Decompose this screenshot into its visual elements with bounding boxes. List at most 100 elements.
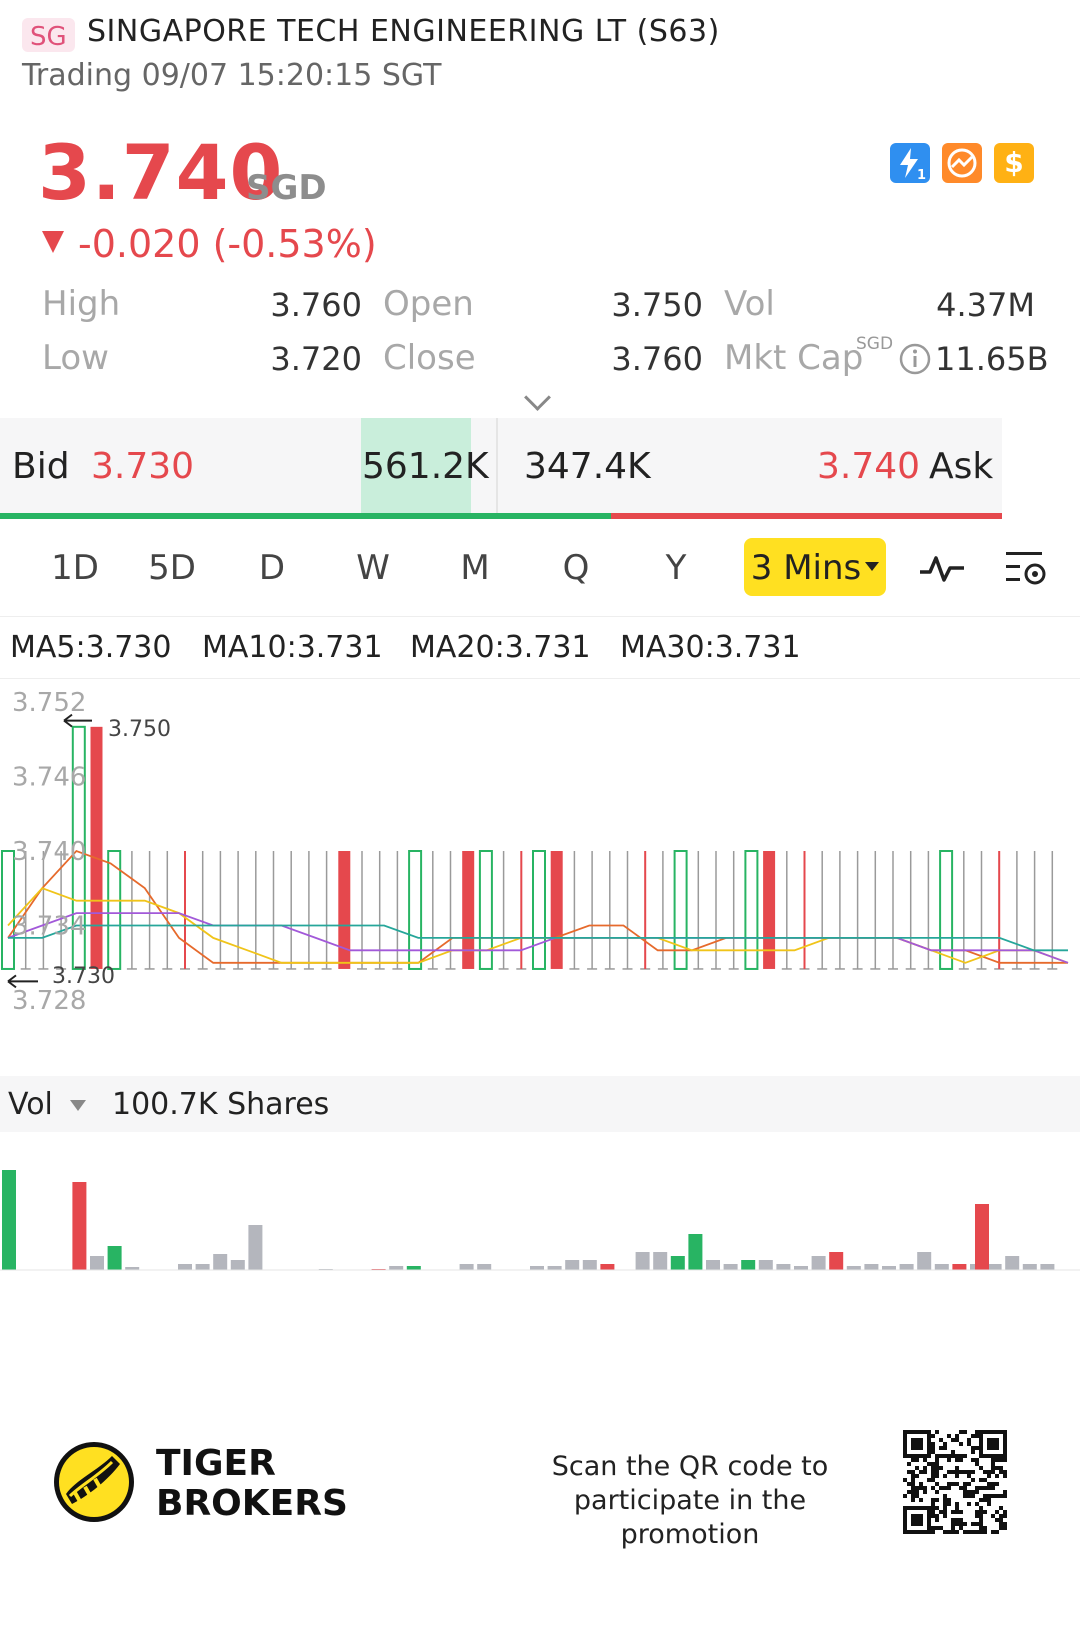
qr-module bbox=[935, 1466, 939, 1470]
qr-module bbox=[975, 1446, 979, 1450]
y-tick-label: 3.752 bbox=[12, 688, 86, 718]
tab-m[interactable]: M bbox=[435, 548, 515, 588]
tab-1d[interactable]: 1D bbox=[35, 548, 115, 588]
qr-module bbox=[955, 1522, 959, 1526]
dollar-icon[interactable]: $ bbox=[994, 143, 1034, 183]
qr-module bbox=[943, 1446, 947, 1450]
qr-module bbox=[987, 1502, 991, 1506]
trading-status: Trading 09/07 15:20:15 SGT bbox=[22, 58, 442, 93]
vol-label: Vol bbox=[724, 284, 775, 324]
caret-down-icon[interactable] bbox=[70, 1100, 86, 1111]
qr-module bbox=[979, 1510, 983, 1514]
qr-module bbox=[983, 1510, 987, 1514]
qr-module bbox=[959, 1458, 963, 1462]
qr-module bbox=[951, 1526, 955, 1530]
qr-module bbox=[947, 1470, 951, 1474]
qr-module bbox=[1003, 1474, 1007, 1478]
qr-module bbox=[915, 1494, 919, 1498]
qr-module bbox=[955, 1454, 959, 1458]
qr-module bbox=[983, 1530, 987, 1534]
qr-module bbox=[931, 1526, 935, 1530]
qr-module bbox=[939, 1454, 943, 1458]
qr-module bbox=[999, 1526, 1003, 1530]
expand-chevron-icon[interactable] bbox=[524, 384, 551, 411]
indicator-icon[interactable] bbox=[918, 550, 968, 590]
volume-bar bbox=[934, 1264, 949, 1270]
chart-settings-icon[interactable] bbox=[1004, 548, 1050, 594]
qr-finder-core bbox=[911, 1438, 923, 1450]
volume-bar bbox=[230, 1260, 245, 1270]
volume-bar bbox=[706, 1260, 720, 1270]
qr-module bbox=[947, 1486, 951, 1490]
qr-module bbox=[935, 1482, 939, 1486]
volume-bar bbox=[213, 1254, 228, 1270]
trend-badge-icon[interactable] bbox=[942, 143, 982, 183]
volume-value: 100.7K Shares bbox=[112, 1087, 330, 1122]
qr-module bbox=[963, 1430, 967, 1434]
price-change: -0.020 (-0.53%) bbox=[42, 222, 377, 266]
volume-bar bbox=[1040, 1264, 1055, 1270]
volume-bar bbox=[952, 1264, 967, 1270]
volume-bar bbox=[72, 1182, 87, 1270]
qr-module bbox=[971, 1490, 975, 1494]
vol-value: 4.37M bbox=[936, 286, 1035, 324]
qr-module bbox=[955, 1502, 959, 1506]
qr-module bbox=[919, 1470, 923, 1474]
high-label: High bbox=[42, 284, 121, 324]
qr-module bbox=[955, 1474, 959, 1478]
qr-module bbox=[923, 1470, 927, 1474]
qr-module bbox=[983, 1486, 987, 1490]
tab-y[interactable]: Y bbox=[636, 548, 716, 588]
tab-w[interactable]: W bbox=[333, 548, 413, 588]
bid-strength-bar bbox=[0, 513, 611, 519]
qr-module bbox=[991, 1458, 995, 1462]
qr-module bbox=[915, 1466, 919, 1470]
qr-module bbox=[911, 1494, 915, 1498]
qr-module bbox=[983, 1494, 987, 1498]
low-value: 3.720 bbox=[270, 340, 362, 378]
qr-module bbox=[919, 1486, 923, 1490]
qr-module bbox=[935, 1498, 939, 1502]
qr-module bbox=[931, 1462, 935, 1466]
qr-module bbox=[979, 1518, 983, 1522]
qr-module bbox=[999, 1506, 1003, 1510]
qr-module bbox=[939, 1526, 943, 1530]
qr-module bbox=[971, 1494, 975, 1498]
qr-module bbox=[1003, 1458, 1007, 1462]
volume-bar bbox=[829, 1252, 844, 1270]
qr-module bbox=[931, 1502, 935, 1506]
qr-module bbox=[963, 1470, 967, 1474]
qr-module bbox=[951, 1510, 955, 1514]
qr-module bbox=[995, 1494, 999, 1498]
divider bbox=[0, 616, 1080, 617]
qr-module bbox=[939, 1466, 943, 1470]
qr-module bbox=[951, 1454, 955, 1458]
qr-module bbox=[911, 1490, 915, 1494]
volume-bar bbox=[864, 1264, 879, 1270]
qr-module bbox=[935, 1514, 939, 1518]
bid-ask-divider bbox=[496, 418, 498, 515]
volume-label[interactable]: Vol bbox=[8, 1087, 53, 1122]
candle-up bbox=[408, 850, 423, 970]
ma20-label: MA20:3.731 bbox=[410, 630, 591, 665]
qr-module bbox=[931, 1514, 935, 1518]
volume-bar bbox=[741, 1260, 756, 1270]
lightning-level1-icon[interactable]: 1 bbox=[890, 143, 930, 183]
candlestick-chart[interactable]: 3.752 3.746 3.740 3.734 3.728 3.750 3.730 bbox=[0, 680, 1080, 1070]
qr-module bbox=[967, 1482, 971, 1486]
qr-module bbox=[975, 1486, 979, 1490]
info-icon[interactable] bbox=[898, 342, 932, 380]
qr-module bbox=[987, 1494, 991, 1498]
tab-3-mins-dropdown[interactable]: 3 Mins bbox=[744, 538, 886, 596]
promo-line1: Scan the QR code to bbox=[551, 1451, 829, 1482]
qr-module bbox=[911, 1458, 915, 1462]
qr-module bbox=[967, 1470, 971, 1474]
qr-code[interactable] bbox=[903, 1430, 1007, 1534]
qr-module bbox=[943, 1486, 947, 1490]
qr-module bbox=[955, 1530, 959, 1534]
qr-module bbox=[955, 1458, 959, 1462]
tab-5d[interactable]: 5D bbox=[132, 548, 212, 588]
tab-q[interactable]: Q bbox=[536, 548, 616, 588]
qr-module bbox=[919, 1498, 923, 1502]
tab-d[interactable]: D bbox=[232, 548, 312, 588]
